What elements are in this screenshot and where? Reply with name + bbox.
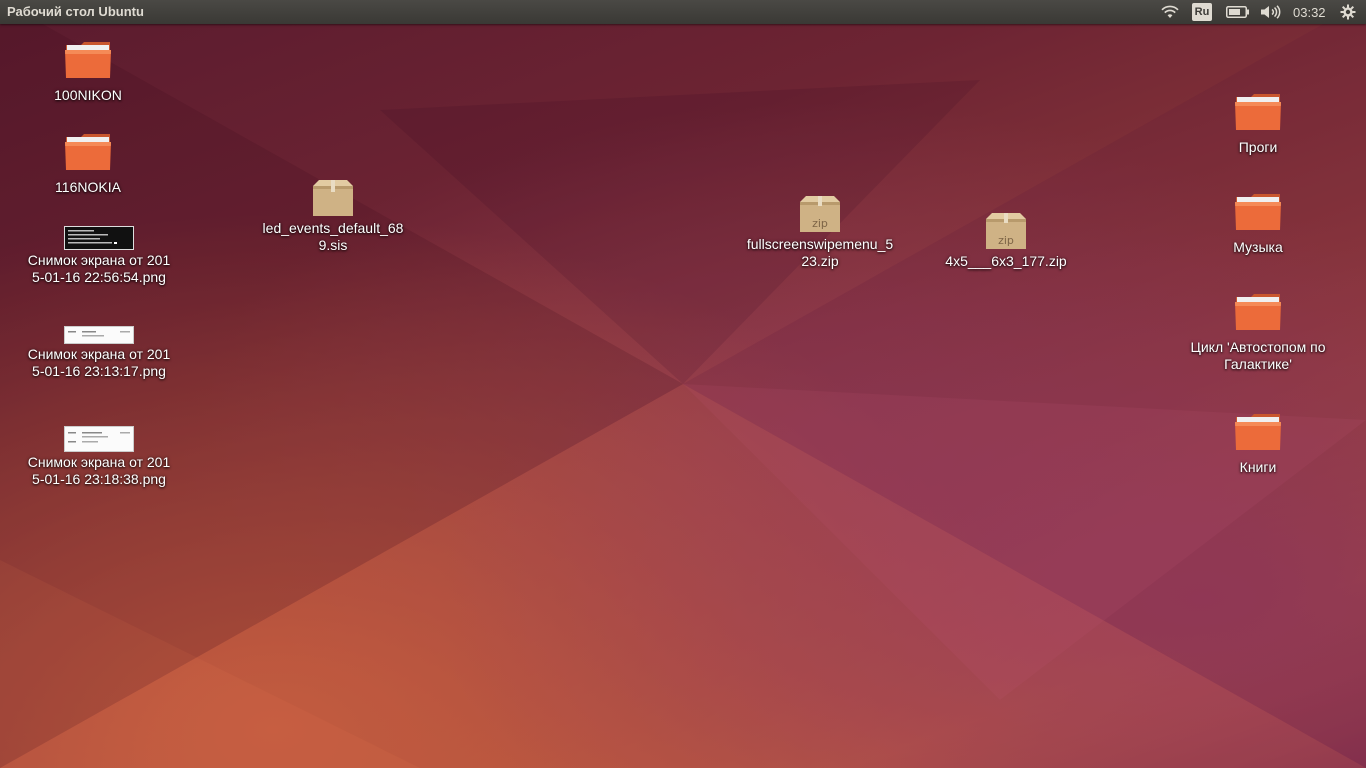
system-gear-icon[interactable]: [1340, 4, 1356, 20]
terminal-screenshot-thumbnail-icon: [64, 226, 134, 250]
desktop-item-screenshot-3[interactable]: Снимок экрана от 2015-01-16 23:18:38.png: [24, 426, 174, 488]
desktop-item-label: 116NOKIA: [55, 179, 121, 195]
desktop-item-progi[interactable]: Проги: [1183, 92, 1333, 156]
desktop-item-fullscreenswipemenu-zip[interactable]: zip fullscreenswipemenu_523.zip: [745, 194, 895, 270]
desktop-item-4x5-zip[interactable]: zip 4x5___6x3_177.zip: [931, 211, 1081, 270]
desktop-item-label: fullscreenswipemenu_523.zip: [746, 236, 894, 269]
svg-text:zip: zip: [812, 217, 828, 230]
desktop-item-label: Снимок экрана от 2015-01-16 22:56:54.png: [27, 252, 171, 285]
desktop-item-led-events-sis[interactable]: led_events_default_689.sis: [258, 178, 408, 254]
desktop-item-muzyka[interactable]: Музыка: [1183, 192, 1333, 256]
clock[interactable]: 03:32: [1293, 5, 1326, 20]
folder-icon: [65, 134, 111, 170]
zip-archive-icon: zip: [986, 213, 1026, 249]
volume-icon[interactable]: [1260, 5, 1282, 19]
desktop-item-label: Цикл 'Автостопом по Галактике': [1190, 339, 1326, 372]
desktop-item-label: led_events_default_689.sis: [262, 220, 404, 253]
desktop-item-label: Музыка: [1233, 239, 1283, 255]
screenshot-thumbnail-icon: [64, 326, 134, 344]
folder-icon: [1235, 194, 1281, 230]
window-title: Рабочий стол Ubuntu: [7, 4, 144, 19]
svg-text:zip: zip: [998, 234, 1014, 247]
desktop-item-hitchhiker-cycle[interactable]: Цикл 'Автостопом по Галактике': [1183, 292, 1333, 373]
desktop-item-screenshot-2[interactable]: Снимок экрана от 2015-01-16 23:13:17.png: [24, 326, 174, 380]
desktop-item-label: Книги: [1239, 459, 1277, 475]
battery-icon[interactable]: [1226, 6, 1250, 18]
folder-icon: [1235, 294, 1281, 330]
top-panel: Рабочий стол Ubuntu Ru 03:32: [0, 0, 1366, 24]
folder-icon: [65, 42, 111, 78]
desktop-item-100nikon[interactable]: 100NIKON: [13, 40, 163, 104]
desktop-item-screenshot-1[interactable]: Снимок экрана от 2015-01-16 22:56:54.png: [24, 226, 174, 286]
folder-icon: [1235, 94, 1281, 130]
wifi-icon[interactable]: [1160, 5, 1180, 19]
keyboard-layout-indicator[interactable]: Ru: [1192, 3, 1212, 21]
desktop-item-label: Снимок экрана от 2015-01-16 23:18:38.png: [27, 454, 171, 487]
folder-icon: [1235, 414, 1281, 450]
wallpaper: [0, 0, 1366, 768]
desktop-item-knigi[interactable]: Книги: [1183, 412, 1333, 476]
desktop-item-label: Снимок экрана от 2015-01-16 23:13:17.png: [27, 346, 171, 379]
zip-archive-icon: zip: [800, 196, 840, 232]
screenshot-thumbnail-icon: [64, 426, 134, 452]
desktop-item-label: Проги: [1238, 139, 1278, 155]
desktop-item-label: 4x5___6x3_177.zip: [945, 253, 1067, 269]
desktop-item-label: 100NIKON: [54, 87, 122, 103]
package-icon: [313, 180, 353, 216]
desktop-item-116nokia[interactable]: 116NOKIA: [13, 132, 163, 196]
